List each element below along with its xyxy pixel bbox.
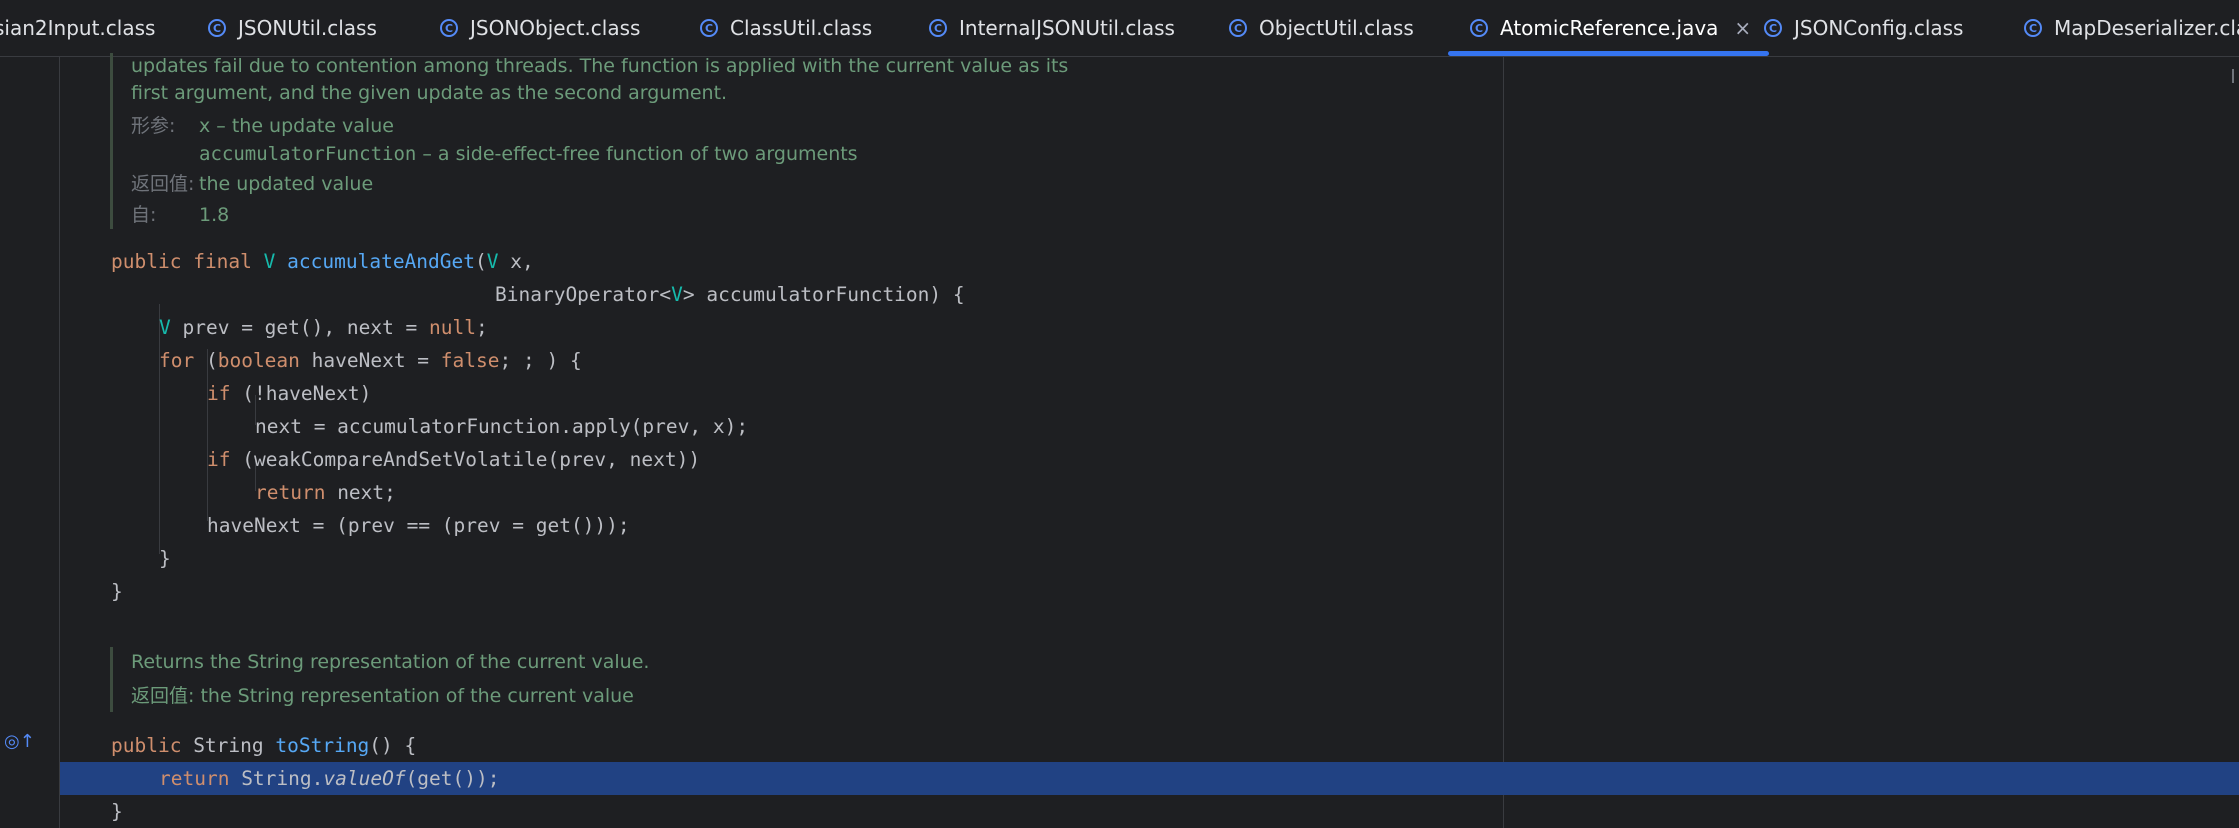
class-icon: C [2024,19,2042,37]
code-line: return next; [255,481,396,504]
code-line: if (!haveNext) [207,382,372,405]
code-line-selected: return String.valueOf(get()); [159,767,500,790]
code-line: for (boolean haveNext = false; ; ) { [159,349,582,372]
code-line: if (weakCompareAndSetVolatile(prev, next… [207,448,701,471]
javadoc-accumulate: updates fail due to contention among thr… [110,53,1068,229]
close-tab-icon[interactable]: × [1734,16,1751,40]
tab-objectutil[interactable]: C ObjectUtil.class [1229,0,1414,56]
code-line: BinaryOperator<V> accumulatorFunction) { [495,283,965,306]
tab-jsonconfig[interactable]: C JSONConfig.class [1764,0,1963,56]
code-line: } [159,547,171,570]
code-line: } [111,800,123,823]
class-icon: C [208,19,226,37]
javadoc-tostring: Returns the String representation of the… [110,647,649,712]
code-line: public String toString() { [111,734,417,757]
code-line: public final V accumulateAndGet(V x, [111,250,534,273]
code-line: next = accumulatorFunction.apply(prev, x… [255,415,749,438]
tab-atomicreference[interactable]: C AtomicReference.java × [1447,0,1770,56]
right-margin-guide [1503,57,1504,828]
tab-classutil[interactable]: C ClassUtil.class [700,0,872,56]
scroll-marker [2232,69,2239,83]
gutter-divider [59,57,60,828]
tab-internaljsonutil[interactable]: C InternalJSONUtil.class [929,0,1175,56]
class-icon: C [1470,19,1488,37]
code-line: V prev = get(), next = null; [159,316,488,339]
class-icon: C [929,19,947,37]
class-icon: C [440,19,458,37]
code-editor[interactable]: updates fail due to contention among thr… [0,53,2239,828]
editor-tab-bar: sian2Input.class C JSONUtil.class C JSONOb… [0,0,2239,57]
class-icon: C [1764,19,1782,37]
tab-hessian2input[interactable]: sian2Input.class [0,0,155,56]
tab-mapdeserializer[interactable]: C MapDeserializer.clas [2024,0,2239,56]
class-icon: C [1229,19,1247,37]
code-line: haveNext = (prev == (prev = get())); [207,514,630,537]
class-icon: C [700,19,718,37]
implements-method-icon[interactable]: ◎↑ [4,731,35,752]
tab-jsonobject[interactable]: C JSONObject.class [440,0,640,56]
tab-jsonutil[interactable]: C JSONUtil.class [208,0,377,56]
code-line: } [111,580,123,603]
